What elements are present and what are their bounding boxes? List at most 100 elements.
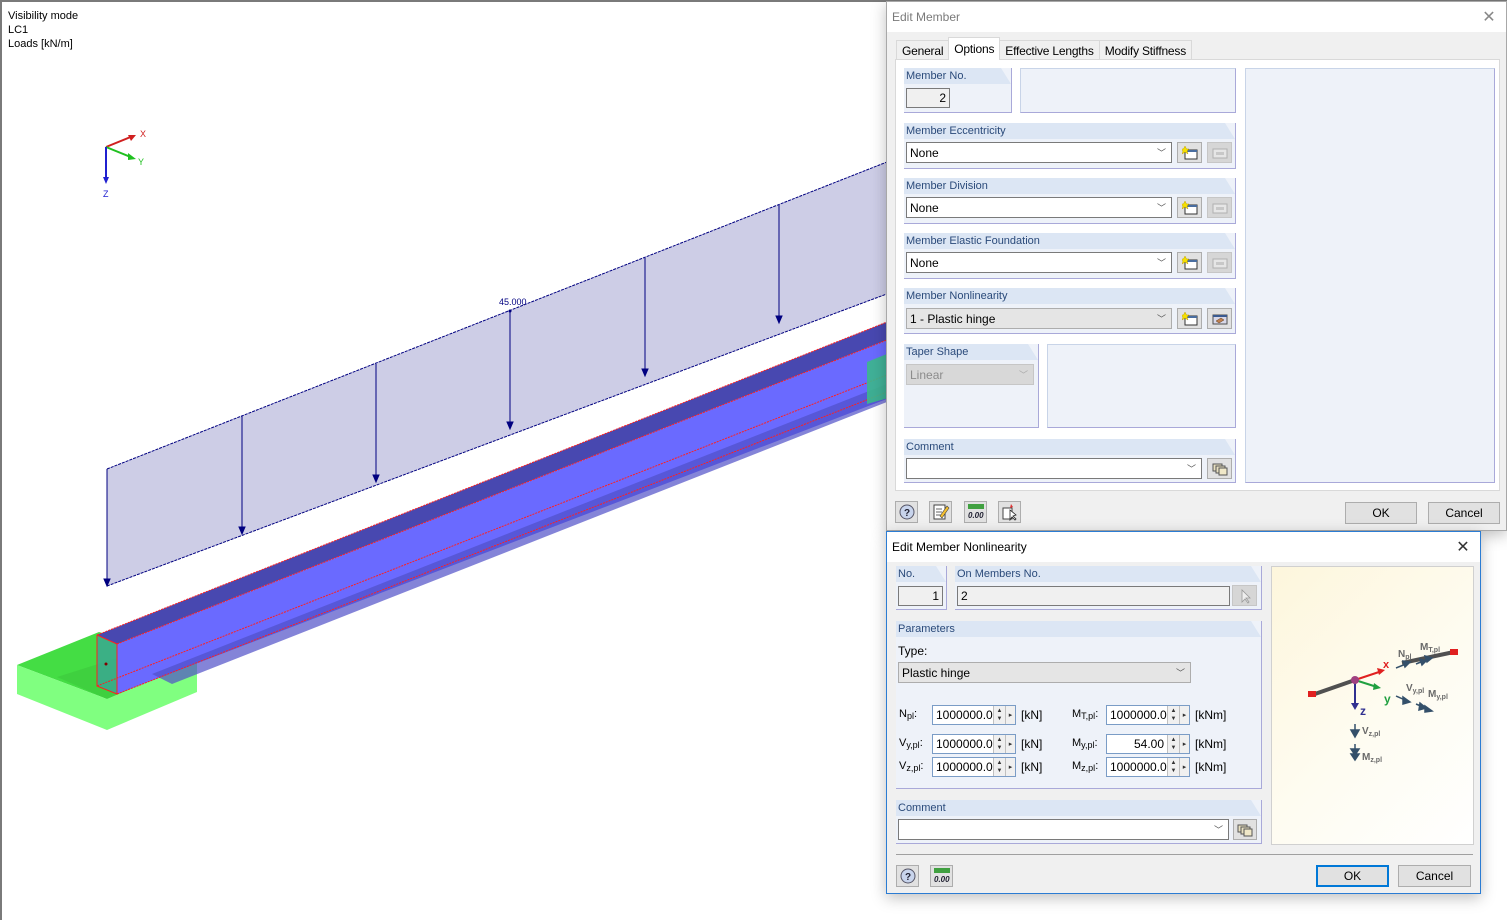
tab-options[interactable]: Options	[948, 37, 1001, 60]
division-group: Member Division None ﹀	[904, 178, 1236, 224]
elastic-foundation-select[interactable]: None ﹀	[906, 252, 1172, 273]
eccentricity-label: Member Eccentricity	[904, 123, 1235, 139]
spin-arrows-icon[interactable]: ▲ ▼	[993, 706, 1005, 724]
new-nonlinearity-button[interactable]	[1177, 308, 1202, 329]
mtpl-value[interactable]: 1000000.00	[1107, 706, 1167, 724]
edit-nonlinearity-button[interactable]	[1207, 308, 1232, 329]
member-no-field[interactable]: 2	[906, 88, 950, 108]
nonlinearity-units-button[interactable]: 0.00	[930, 865, 953, 887]
nonlinearity-ok-button[interactable]: OK	[1316, 865, 1389, 887]
axis-x-label: X	[140, 129, 146, 139]
npl-spinner[interactable]: 1000000.00 ▲▼ ▸	[932, 705, 1016, 725]
division-label: Member Division	[904, 178, 1235, 194]
division-select[interactable]: None ﹀	[906, 197, 1172, 218]
play-icon[interactable]: ▸	[1005, 735, 1015, 753]
nonlinearity-comment-library-button[interactable]	[1233, 819, 1257, 840]
on-members-field[interactable]: 2	[957, 586, 1230, 606]
spin-arrows-icon[interactable]: ▲ ▼	[1167, 706, 1179, 724]
axis-z-label: Z	[103, 189, 109, 199]
edit-elastic-foundation-button[interactable]	[1207, 252, 1232, 273]
units-icon: 0.00	[933, 868, 950, 884]
npl-unit: [kN]	[1021, 708, 1043, 722]
axis-triad-icon: X Y Z	[103, 129, 146, 199]
comment-input[interactable]: ﹀	[906, 458, 1202, 479]
vypl-value[interactable]: 1000000.00	[933, 735, 993, 753]
npl-label: Npl:	[899, 708, 918, 721]
spin-arrows-icon[interactable]: ▲ ▼	[993, 735, 1005, 753]
edit-item-icon	[1212, 148, 1227, 158]
pointer-pick-icon	[1241, 588, 1251, 604]
play-icon[interactable]: ▸	[1179, 706, 1189, 724]
vzpl-value[interactable]: 1000000.00	[933, 758, 993, 776]
mzpl-spinner[interactable]: 1000000.00 ▲▼ ▸	[1106, 757, 1190, 777]
options-panel: Member No. 2 Member Eccentricity None ﹀ …	[895, 59, 1500, 491]
tab-effective-lengths[interactable]: Effective Lengths	[999, 40, 1100, 60]
load-value-label: 45.000	[499, 297, 527, 307]
vzpl-diagram-label: Vz,pl	[1362, 726, 1380, 738]
node-start-icon	[1308, 691, 1316, 697]
play-icon[interactable]: ▸	[1179, 758, 1189, 776]
model-scene: X Y Z 45.000	[17, 129, 893, 730]
elastic-foundation-label: Member Elastic Foundation	[904, 233, 1235, 249]
preview-box	[1245, 68, 1495, 483]
play-icon[interactable]: ▸	[1179, 735, 1189, 753]
npl-value[interactable]: 1000000.00	[933, 706, 993, 724]
edit-division-button[interactable]	[1207, 197, 1232, 218]
member-no-label: Member No.	[904, 68, 1011, 84]
eccentricity-select[interactable]: None ﹀	[906, 142, 1172, 163]
mtpl-diagram-label: MT,pl	[1420, 642, 1440, 654]
type-select[interactable]: Plastic hinge ﹀	[898, 662, 1191, 683]
units-button[interactable]: 0.00	[964, 501, 987, 523]
nonlinearity-group: Member Nonlinearity 1 - Plastic hinge ﹀	[904, 288, 1236, 334]
taper-shape-label: Taper Shape	[904, 344, 1038, 360]
nonlinearity-select[interactable]: 1 - Plastic hinge ﹀	[906, 308, 1172, 329]
spin-arrows-icon[interactable]: ▲ ▼	[993, 758, 1005, 776]
edit-member-cancel-button[interactable]: Cancel	[1428, 502, 1500, 524]
comment-library-button[interactable]	[1207, 458, 1232, 479]
mypl-value[interactable]: 54.00	[1107, 735, 1167, 753]
taper-shape-value: Linear	[910, 368, 944, 382]
mzpl-diagram-label: Mz,pl	[1362, 752, 1382, 764]
new-item-icon	[1181, 255, 1197, 269]
help-button[interactable]: ?	[895, 501, 918, 523]
svg-text:0.00: 0.00	[968, 511, 984, 520]
nonlinearity-comment-input[interactable]: ﹀	[898, 819, 1229, 840]
taper-shape-select[interactable]: Linear ﹀	[906, 364, 1034, 385]
new-elastic-foundation-button[interactable]	[1177, 252, 1202, 273]
nonlinearity-cancel-button[interactable]: Cancel	[1398, 865, 1471, 887]
vzpl-unit: [kN]	[1021, 760, 1043, 774]
mypl-label: My,pl:	[1072, 737, 1098, 750]
play-icon[interactable]: ▸	[1005, 706, 1015, 724]
select-button[interactable]	[998, 501, 1021, 523]
mypl-spinner[interactable]: 54.00 ▲ ▼ ▸	[1106, 734, 1190, 754]
mzpl-value[interactable]: 1000000.00	[1107, 758, 1167, 776]
edit-member-title: Edit Member	[887, 2, 1506, 32]
edit-member-ok-button[interactable]: OK	[1345, 502, 1417, 524]
tab-modify-stiffness[interactable]: Modify Stiffness	[1098, 40, 1192, 60]
edit-eccentricity-button[interactable]	[1207, 142, 1232, 163]
on-members-group: On Members No. 2	[955, 566, 1262, 610]
spin-arrows-icon[interactable]: ▲ ▼	[1167, 735, 1179, 753]
spin-arrows-icon[interactable]: ▲ ▼	[1167, 758, 1179, 776]
chevron-down-icon: ﹀	[1214, 825, 1224, 835]
tab-general[interactable]: General	[896, 40, 950, 60]
new-division-button[interactable]	[1177, 197, 1202, 218]
nonlinearity-no-field[interactable]: 1	[898, 586, 943, 606]
mypl-diagram-label: My,pl	[1428, 689, 1448, 701]
pick-members-button[interactable]	[1232, 585, 1257, 606]
edit-button[interactable]	[929, 501, 952, 523]
new-eccentricity-button[interactable]	[1177, 142, 1202, 163]
close-icon[interactable]: ✕	[1480, 8, 1498, 26]
hinge-diagram-svg: x y z Npl MT,pl Vy,pl My,pl Vz,pl Mz,pl	[1308, 642, 1458, 764]
vypl-spinner[interactable]: 1000000.00 ▲▼ ▸	[932, 734, 1016, 754]
play-icon[interactable]: ▸	[1005, 758, 1015, 776]
nonlinearity-help-button[interactable]: ?	[896, 865, 919, 887]
close-icon[interactable]: ✕	[1454, 538, 1472, 556]
mtpl-spinner[interactable]: 1000000.00 ▲▼ ▸	[1106, 705, 1190, 725]
npl-diagram-label: Npl	[1398, 649, 1412, 661]
chevron-down-icon: ﹀	[1157, 148, 1167, 158]
eccentricity-group: Member Eccentricity None ﹀	[904, 123, 1236, 169]
vzpl-spinner[interactable]: 1000000.00 ▲▼ ▸	[932, 757, 1016, 777]
diagram-x-label: x	[1383, 659, 1390, 671]
svg-text:?: ?	[904, 508, 910, 519]
